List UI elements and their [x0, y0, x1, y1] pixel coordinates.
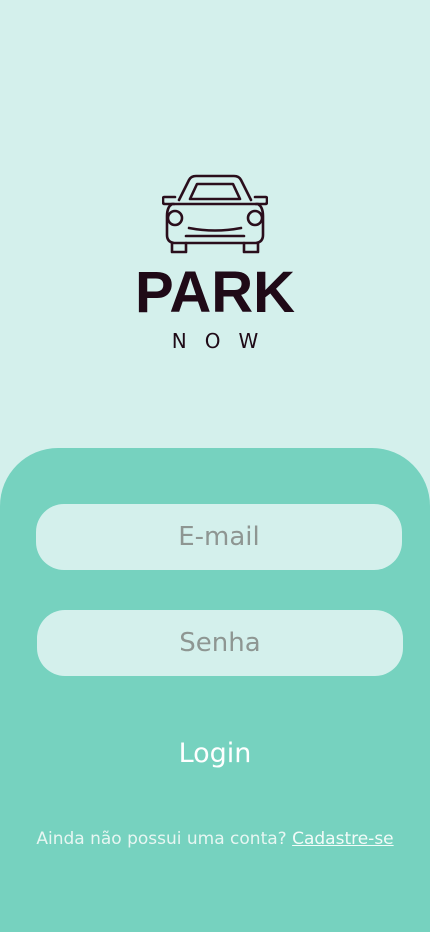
login-button[interactable]: Login: [115, 728, 315, 778]
brand-tagline: NOW: [171, 329, 277, 353]
login-screen: PARK NOW Login Ainda não possui uma cont…: [0, 0, 430, 932]
email-input[interactable]: [36, 504, 402, 570]
brand-title: PARK: [134, 260, 296, 325]
signup-prompt: Ainda não possui uma conta?: [36, 829, 287, 849]
login-panel: Login Ainda não possui uma conta? Cadast…: [0, 448, 430, 932]
signup-link[interactable]: Cadastre-se: [292, 829, 394, 849]
car-icon: [162, 174, 268, 254]
signup-row: Ainda não possui uma conta? Cadastre-se: [0, 829, 430, 849]
park-now-logo: PARK NOW: [0, 172, 430, 352]
password-input[interactable]: [37, 610, 403, 676]
